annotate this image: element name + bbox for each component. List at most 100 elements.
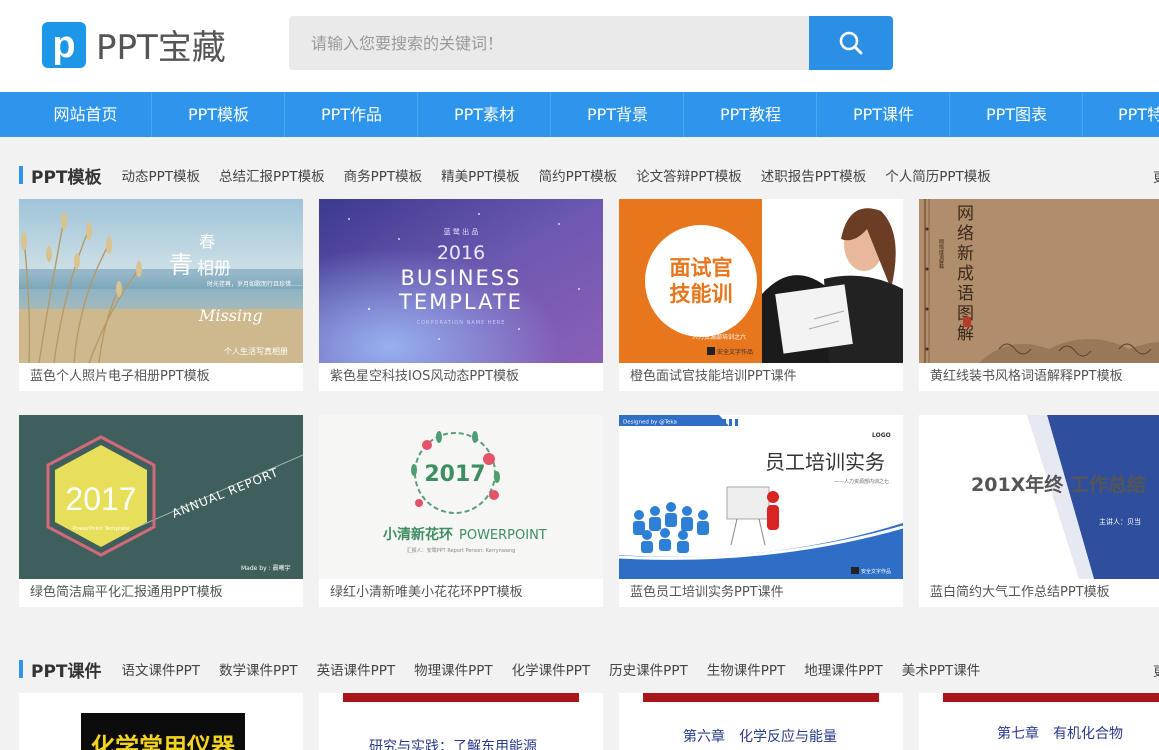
search-input[interactable] — [309, 32, 793, 54]
courseware-card[interactable]: 第六章 化学反应与能量 — [619, 693, 903, 750]
template-title[interactable]: 绿色简洁扁平化汇报通用PPT模板 — [19, 579, 303, 607]
section-title[interactable]: PPT课件 — [31, 657, 102, 682]
thumbnail-image: 2017 PowerPoint Template ANNUAL REPORT M… — [19, 415, 303, 579]
thumb-text: BUSINESS — [401, 266, 522, 290]
search-icon — [839, 31, 863, 55]
nav-item-ppt-backgrounds[interactable]: PPT背景 — [551, 92, 684, 137]
template-thumbnail[interactable]: 2017 小清新花环 POWERPOINT 汇报人：安鹭PPT Report P… — [319, 415, 603, 579]
category-link[interactable]: 述职报告PPT模板 — [761, 165, 867, 185]
thumb-text: 2017 — [65, 481, 136, 517]
search-button[interactable] — [809, 16, 893, 70]
category-link[interactable]: 精美PPT模板 — [441, 165, 520, 185]
thumbnail-image: 2017 小清新花环 POWERPOINT 汇报人：安鹭PPT Report P… — [319, 415, 603, 579]
template-title[interactable]: 蓝色个人照片电子相册PPT模板 — [19, 363, 303, 391]
thumbnail-image: 第六章 化学反应与能量 — [619, 693, 903, 750]
thumb-text: 网络成语解释 — [938, 239, 944, 270]
logo-text: PPT宝藏 — [96, 28, 226, 68]
template-card[interactable]: 201X年终 工作总结 主讲人：贝当 蓝白简约大气工作总结PPT模板 — [919, 415, 1159, 607]
search-box — [289, 16, 809, 70]
section-accent-bar — [19, 166, 23, 184]
category-link[interactable]: 数学课件PPT — [219, 659, 298, 679]
template-title[interactable]: 黄红线装书风格词语解释PPT模板 — [919, 363, 1159, 391]
category-link[interactable]: 英语课件PPT — [317, 659, 396, 679]
template-thumbnail[interactable]: 201X年终 工作总结 主讲人：贝当 — [919, 415, 1159, 579]
thumbnail-image: 面试官 技能训 人力资源部培训之六 安全文字作品 — [619, 199, 903, 363]
thumb-text: 时光荏苒，岁月如歌而行且珍惜…… — [207, 280, 303, 288]
thumb-text: PowerPoint Template — [72, 526, 130, 532]
template-title[interactable]: 紫色星空科技IOS风动态PPT模板 — [319, 363, 603, 391]
template-card[interactable]: 蓝 鹭 出 品 2016 BUSINESS TEMPLATE CORPORATI… — [319, 199, 603, 391]
thumb-text: 网 — [957, 204, 974, 224]
site-header: p PPT宝藏 — [0, 0, 1159, 92]
category-link[interactable]: 简约PPT模板 — [539, 165, 618, 185]
nav-item-ppt-works[interactable]: PPT作品 — [285, 92, 418, 137]
logo-p-icon: p — [42, 21, 86, 68]
template-card[interactable]: 2017 小清新花环 POWERPOINT 汇报人：安鹭PPT Report P… — [319, 415, 603, 607]
template-card[interactable]: 青 春 相册 时光荏苒，岁月如歌而行且珍惜…… Missing 个人生活写真相册… — [19, 199, 303, 391]
thumb-text: 青 — [169, 251, 193, 279]
category-link[interactable]: 语文课件PPT — [122, 659, 201, 679]
category-link[interactable]: 论文答辩PPT模板 — [636, 165, 742, 185]
thumb-text: 2017 — [424, 462, 485, 487]
nav-item-ppt-tutorials[interactable]: PPT教程 — [684, 92, 817, 137]
courseware-card[interactable]: 研究与实践：了解东用能源 — [319, 693, 603, 750]
template-card[interactable]: 网 络 新 成 语 图 解 网络成语解释 黄红线装书风格词语解释PPT模板 — [919, 199, 1159, 391]
category-link[interactable]: 生物课件PPT — [707, 659, 786, 679]
more-link[interactable]: 更 — [1153, 661, 1159, 680]
section-title[interactable]: PPT模板 — [31, 163, 102, 188]
category-link[interactable]: 总结汇报PPT模板 — [219, 165, 325, 185]
template-title[interactable]: 橙色面试官技能培训PPT课件 — [619, 363, 903, 391]
thumb-text: 第七章 有机化合物 — [997, 725, 1123, 742]
thumb-text: ——人力资源部内训之七 — [834, 478, 889, 485]
category-link[interactable]: 美术PPT课件 — [902, 659, 981, 679]
template-card[interactable]: Designed by @Teka LOGO 员工培训实务 ——人力资源部内训之… — [619, 415, 903, 607]
thumb-text: 安全文字作品 — [861, 568, 891, 575]
category-link[interactable]: 历史课件PPT — [609, 659, 688, 679]
template-title[interactable]: 蓝白简约大气工作总结PPT模板 — [919, 579, 1159, 607]
template-thumbnail[interactable]: 蓝 鹭 出 品 2016 BUSINESS TEMPLATE CORPORATI… — [319, 199, 603, 363]
site-logo[interactable]: p PPT宝藏 — [42, 20, 226, 69]
courseware-card[interactable]: 第七章 有机化合物 — [919, 693, 1159, 750]
thumb-text: 主讲人：贝当 — [1099, 517, 1141, 526]
thumb-text: 201X年终 工作总结 — [971, 473, 1146, 496]
template-title[interactable]: 绿红小清新唯美小花花环PPT模板 — [319, 579, 603, 607]
category-link[interactable]: 化学课件PPT — [512, 659, 591, 679]
nav-item-ppt-templates[interactable]: PPT模板 — [152, 92, 285, 137]
small-logo-icon — [851, 567, 859, 574]
courseware-card[interactable]: 化学常用仪器 — [19, 693, 303, 750]
category-link[interactable]: 物理课件PPT — [414, 659, 493, 679]
nav-item-ppt-courseware[interactable]: PPT课件 — [817, 92, 950, 137]
nav-item-ppt-charts[interactable]: PPT图表 — [950, 92, 1083, 137]
thumb-text: 人力资源部培训之六 — [692, 333, 746, 341]
category-link[interactable]: 动态PPT模板 — [122, 165, 201, 185]
thumb-text: 员工培训实务 — [765, 450, 885, 474]
thumb-text: 面试官 — [670, 256, 733, 280]
template-thumbnail[interactable]: 2017 PowerPoint Template ANNUAL REPORT M… — [19, 415, 303, 579]
template-thumbnail[interactable]: 面试官 技能训 人力资源部培训之六 安全文字作品 — [619, 199, 903, 363]
nav-item-home[interactable]: 网站首页 — [19, 92, 152, 137]
seal-stamp — [963, 317, 971, 327]
section-accent-bar — [19, 660, 23, 678]
template-card[interactable]: 面试官 技能训 人力资源部培训之六 安全文字作品 橙色面试官技能培训PPT课件 — [619, 199, 903, 391]
thumb-text: POWERPOINT — [459, 528, 547, 543]
category-link[interactable]: 个人简历PPT模板 — [885, 165, 991, 185]
more-link[interactable]: 更 — [1153, 167, 1159, 186]
template-thumbnail[interactable]: 网 络 新 成 语 图 解 网络成语解释 — [919, 199, 1159, 363]
category-link[interactable]: 地理课件PPT — [804, 659, 883, 679]
thumb-text: 相册 — [197, 259, 231, 279]
template-thumbnail[interactable]: 青 春 相册 时光荏苒，岁月如歌而行且珍惜…… Missing 个人生活写真相册 — [19, 199, 303, 363]
category-link[interactable]: 商务PPT模板 — [344, 165, 423, 185]
thumb-text: 汇报人：安鹭PPT Report Person: Kerrynwang — [407, 547, 516, 554]
thumb-text: Designed by @Teka — [623, 420, 677, 426]
template-thumbnail[interactable]: Designed by @Teka LOGO 员工培训实务 ——人力资源部内训之… — [619, 415, 903, 579]
thumbnail-image: 化学常用仪器 — [19, 693, 303, 750]
nav-item-ppt-special[interactable]: PPT特 — [1083, 92, 1159, 137]
template-title[interactable]: 蓝色员工培训实务PPT课件 — [619, 579, 903, 607]
thumb-text: LOGO — [872, 432, 891, 439]
thumb-text: 春 — [199, 232, 215, 251]
template-card[interactable]: 2017 PowerPoint Template ANNUAL REPORT M… — [19, 415, 303, 607]
thumb-text: 第六章 化学反应与能量 — [683, 728, 837, 745]
nav-item-ppt-materials[interactable]: PPT素材 — [418, 92, 551, 137]
thumb-text: 成 — [957, 264, 974, 284]
thumb-text: 蓝 鹭 出 品 — [444, 227, 479, 236]
